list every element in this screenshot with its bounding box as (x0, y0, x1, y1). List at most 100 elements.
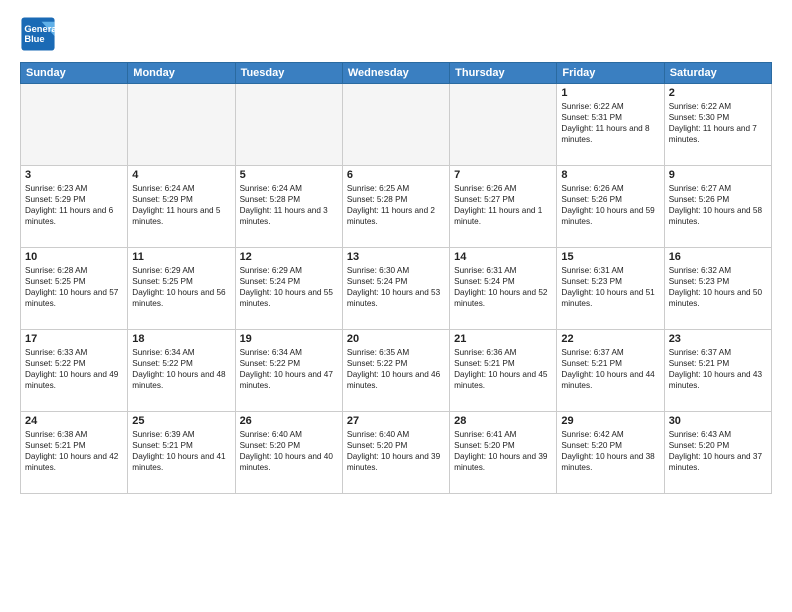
day-number: 14 (454, 251, 552, 263)
calendar-cell: 7 Sunrise: 6:26 AMSunset: 5:27 PMDaylight… (450, 166, 557, 248)
day-number: 30 (669, 415, 767, 427)
calendar-cell: 4 Sunrise: 6:24 AMSunset: 5:29 PMDaylight… (128, 166, 235, 248)
calendar-cell (21, 84, 128, 166)
weekday-header-thursday: Thursday (450, 63, 557, 84)
cell-text: Sunrise: 6:40 AMSunset: 5:20 PMDaylight:… (347, 429, 445, 473)
calendar-cell: 19 Sunrise: 6:34 AMSunset: 5:22 PMDayligh… (235, 330, 342, 412)
calendar-cell: 21Sunrise: 6:36 AMSunset: 5:21 PMDayligh… (450, 330, 557, 412)
cell-text: Sunrise: 6:30 AMSunset: 5:24 PMDaylight:… (347, 265, 445, 309)
weekday-header-tuesday: Tuesday (235, 63, 342, 84)
cell-text: Sunrise: 6:42 AMSunset: 5:20 PMDaylight:… (561, 429, 659, 473)
day-number: 10 (25, 251, 123, 263)
calendar-cell: 1Sunrise: 6:22 AMSunset: 5:31 PMDaylight… (557, 84, 664, 166)
day-number: 25 (132, 415, 230, 427)
day-number: 18 (132, 333, 230, 345)
day-number: 6 (347, 169, 445, 181)
week-row-5: 24Sunrise: 6:38 AMSunset: 5:21 PMDayligh… (21, 412, 772, 494)
day-number: 29 (561, 415, 659, 427)
weekday-header-monday: Monday (128, 63, 235, 84)
cell-text: Sunrise: 6:22 AMSunset: 5:30 PMDaylight:… (669, 101, 767, 145)
cell-text: Sunrise: 6:26 AMSunset: 5:26 PMDaylight:… (561, 183, 659, 227)
day-number: 4 (132, 169, 230, 181)
calendar-cell: 18 Sunrise: 6:34 AMSunset: 5:22 PMDayligh… (128, 330, 235, 412)
calendar-cell: 16Sunrise: 6:32 AMSunset: 5:23 PMDayligh… (664, 248, 771, 330)
day-number: 9 (669, 169, 767, 181)
calendar-cell: 12 Sunrise: 6:29 AMSunset: 5:24 PMDayligh… (235, 248, 342, 330)
day-number: 15 (561, 251, 659, 263)
calendar-cell: 13 Sunrise: 6:30 AMSunset: 5:24 PMDayligh… (342, 248, 449, 330)
cell-text: Sunrise: 6:41 AMSunset: 5:20 PMDaylight:… (454, 429, 552, 473)
calendar-cell: 23Sunrise: 6:37 AMSunset: 5:21 PMDayligh… (664, 330, 771, 412)
calendar-cell: 28 Sunrise: 6:41 AMSunset: 5:20 PMDayligh… (450, 412, 557, 494)
weekday-header-row: SundayMondayTuesdayWednesdayThursdayFrid… (21, 63, 772, 84)
day-number: 1 (561, 87, 659, 99)
calendar-cell (235, 84, 342, 166)
week-row-1: 1Sunrise: 6:22 AMSunset: 5:31 PMDaylight… (21, 84, 772, 166)
header: General Blue (20, 16, 772, 52)
day-number: 13 (347, 251, 445, 263)
cell-text: Sunrise: 6:34 AMSunset: 5:22 PMDaylight:… (132, 347, 230, 391)
page: General Blue SundayMondayTuesdayWednesda… (0, 0, 792, 612)
day-number: 2 (669, 87, 767, 99)
week-row-4: 17 Sunrise: 6:33 AMSunset: 5:22 PMDayligh… (21, 330, 772, 412)
day-number: 16 (669, 251, 767, 263)
cell-text: Sunrise: 6:43 AMSunset: 5:20 PMDaylight:… (669, 429, 767, 473)
cell-text: Sunrise: 6:23 AMSunset: 5:29 PMDaylight:… (25, 183, 123, 227)
day-number: 28 (454, 415, 552, 427)
calendar-cell: 24Sunrise: 6:38 AMSunset: 5:21 PMDayligh… (21, 412, 128, 494)
day-number: 26 (240, 415, 338, 427)
svg-text:General: General (24, 24, 56, 34)
calendar-cell: 29 Sunrise: 6:42 AMSunset: 5:20 PMDayligh… (557, 412, 664, 494)
cell-text: Sunrise: 6:38 AMSunset: 5:21 PMDaylight:… (25, 429, 123, 473)
cell-text: Sunrise: 6:26 AMSunset: 5:27 PMDaylight:… (454, 183, 552, 227)
week-row-2: 3Sunrise: 6:23 AMSunset: 5:29 PMDaylight… (21, 166, 772, 248)
calendar-cell: 17 Sunrise: 6:33 AMSunset: 5:22 PMDayligh… (21, 330, 128, 412)
cell-text: Sunrise: 6:31 AMSunset: 5:24 PMDaylight:… (454, 265, 552, 309)
calendar-cell (450, 84, 557, 166)
cell-text: Sunrise: 6:24 AMSunset: 5:28 PMDaylight:… (240, 183, 338, 227)
cell-text: Sunrise: 6:37 AMSunset: 5:21 PMDaylight:… (561, 347, 659, 391)
day-number: 11 (132, 251, 230, 263)
cell-text: Sunrise: 6:29 AMSunset: 5:24 PMDaylight:… (240, 265, 338, 309)
cell-text: Sunrise: 6:31 AMSunset: 5:23 PMDaylight:… (561, 265, 659, 309)
calendar-cell: 11 Sunrise: 6:29 AMSunset: 5:25 PMDayligh… (128, 248, 235, 330)
day-number: 21 (454, 333, 552, 345)
calendar-cell: 2 Sunrise: 6:22 AMSunset: 5:30 PMDaylight… (664, 84, 771, 166)
logo: General Blue (20, 16, 56, 52)
cell-text: Sunrise: 6:33 AMSunset: 5:22 PMDaylight:… (25, 347, 123, 391)
cell-text: Sunrise: 6:27 AMSunset: 5:26 PMDaylight:… (669, 183, 767, 227)
day-number: 12 (240, 251, 338, 263)
day-number: 17 (25, 333, 123, 345)
day-number: 22 (561, 333, 659, 345)
calendar-cell: 6 Sunrise: 6:25 AMSunset: 5:28 PMDaylight… (342, 166, 449, 248)
logo-icon: General Blue (20, 16, 56, 52)
calendar-cell: 25Sunrise: 6:39 AMSunset: 5:21 PMDayligh… (128, 412, 235, 494)
cell-text: Sunrise: 6:34 AMSunset: 5:22 PMDaylight:… (240, 347, 338, 391)
calendar-cell: 8 Sunrise: 6:26 AMSunset: 5:26 PMDaylight… (557, 166, 664, 248)
cell-text: Sunrise: 6:37 AMSunset: 5:21 PMDaylight:… (669, 347, 767, 391)
cell-text: Sunrise: 6:28 AMSunset: 5:25 PMDaylight:… (25, 265, 123, 309)
calendar: SundayMondayTuesdayWednesdayThursdayFrid… (20, 62, 772, 494)
cell-text: Sunrise: 6:24 AMSunset: 5:29 PMDaylight:… (132, 183, 230, 227)
calendar-cell: 22 Sunrise: 6:37 AMSunset: 5:21 PMDayligh… (557, 330, 664, 412)
weekday-header-saturday: Saturday (664, 63, 771, 84)
calendar-cell: 30 Sunrise: 6:43 AMSunset: 5:20 PMDayligh… (664, 412, 771, 494)
week-row-3: 10 Sunrise: 6:28 AMSunset: 5:25 PMDayligh… (21, 248, 772, 330)
weekday-header-friday: Friday (557, 63, 664, 84)
day-number: 5 (240, 169, 338, 181)
day-number: 20 (347, 333, 445, 345)
day-number: 19 (240, 333, 338, 345)
day-number: 8 (561, 169, 659, 181)
cell-text: Sunrise: 6:29 AMSunset: 5:25 PMDaylight:… (132, 265, 230, 309)
cell-text: Sunrise: 6:40 AMSunset: 5:20 PMDaylight:… (240, 429, 338, 473)
svg-text:Blue: Blue (24, 34, 44, 44)
calendar-cell: 5 Sunrise: 6:24 AMSunset: 5:28 PMDaylight… (235, 166, 342, 248)
calendar-cell: 10 Sunrise: 6:28 AMSunset: 5:25 PMDayligh… (21, 248, 128, 330)
calendar-cell (128, 84, 235, 166)
calendar-cell: 20 Sunrise: 6:35 AMSunset: 5:22 PMDayligh… (342, 330, 449, 412)
calendar-cell: 15 Sunrise: 6:31 AMSunset: 5:23 PMDayligh… (557, 248, 664, 330)
calendar-cell (342, 84, 449, 166)
cell-text: Sunrise: 6:35 AMSunset: 5:22 PMDaylight:… (347, 347, 445, 391)
cell-text: Sunrise: 6:25 AMSunset: 5:28 PMDaylight:… (347, 183, 445, 227)
day-number: 7 (454, 169, 552, 181)
